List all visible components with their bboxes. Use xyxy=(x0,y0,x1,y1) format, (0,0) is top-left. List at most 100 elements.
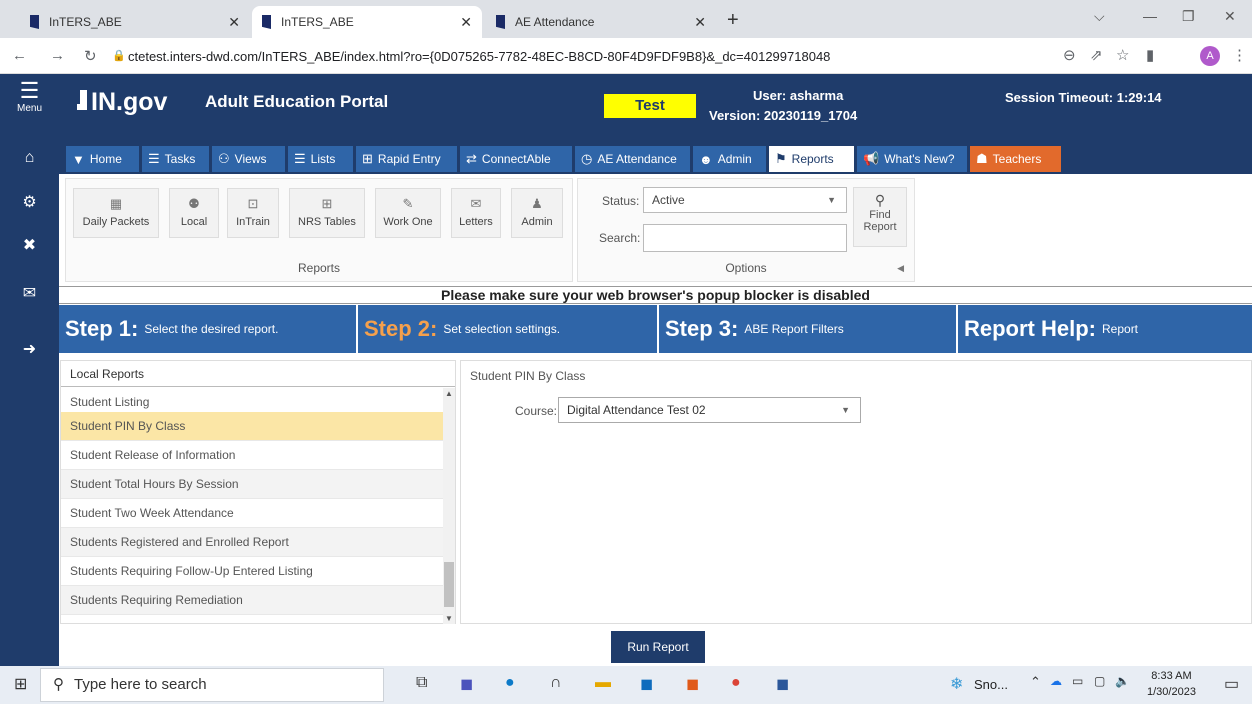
scroll-down-icon[interactable]: ▼ xyxy=(445,614,453,623)
mail-icon[interactable]: ✉ xyxy=(0,283,59,303)
admin-button[interactable]: ♟ Admin xyxy=(511,188,563,238)
headset-icon[interactable]: ∩ xyxy=(550,674,562,692)
scrollbar-thumb[interactable] xyxy=(444,562,454,607)
search-icon: ⚲ xyxy=(874,192,886,208)
menu-label: AE Attendance xyxy=(597,152,677,166)
course-select[interactable]: Digital Attendance Test 02 ▼ xyxy=(558,397,861,423)
forward-icon[interactable]: → xyxy=(50,47,65,64)
menu-rapid-entry[interactable]: ⊞ Rapid Entry xyxy=(356,146,457,172)
close-icon[interactable]: ✕ xyxy=(228,14,240,31)
onedrive-icon[interactable]: ☁ xyxy=(1050,674,1062,688)
windows-start-icon[interactable]: ⊞ xyxy=(14,674,27,694)
chrome-icon[interactable]: ● xyxy=(731,674,741,692)
teams-icon[interactable]: ◼ xyxy=(460,674,473,694)
chevron-down-icon[interactable]: ⌵ xyxy=(1094,8,1105,25)
admin-icon: ♟ xyxy=(531,196,543,211)
status-value: Active xyxy=(652,193,685,207)
lock-icon[interactable]: 🔒 xyxy=(112,49,126,62)
popup-blocker-notice: Please make sure your web browser's popu… xyxy=(59,286,1252,304)
list-item[interactable]: Students Requiring Remediation xyxy=(61,586,443,615)
menu-views[interactable]: ⚇ Views xyxy=(212,146,285,172)
list-item[interactable]: Student Total Hours By Session xyxy=(61,470,443,499)
close-window-icon[interactable]: ✕ xyxy=(1224,8,1236,25)
daily-packets-button[interactable]: ▦ Daily Packets xyxy=(73,188,159,238)
status-select[interactable]: Active ▼ xyxy=(643,187,847,213)
menu-connectable[interactable]: ⇄ ConnectAble xyxy=(460,146,572,172)
work-one-button[interactable]: ✎ Work One xyxy=(375,188,441,238)
menu-tasks[interactable]: ☰ Tasks xyxy=(142,146,209,172)
scroll-up-icon[interactable]: ▲ xyxy=(445,389,453,398)
letters-button[interactable]: ✉ Letters xyxy=(451,188,501,238)
tools-icon[interactable]: ✖ xyxy=(0,235,59,255)
file-explorer-icon[interactable]: ▬ xyxy=(595,674,611,692)
list-item[interactable]: Students Registered and Enrolled Report xyxy=(61,528,443,557)
weather-icon[interactable]: ❄ xyxy=(950,674,963,694)
taskbar-search[interactable]: ⚲ Type here to search xyxy=(40,668,384,702)
search-input[interactable] xyxy=(643,224,847,252)
task-view-icon[interactable]: ⧉ xyxy=(416,674,427,692)
taskbar-clock[interactable]: 8:33 AM 1/30/2023 xyxy=(1147,668,1196,700)
step-subtitle: Set selection settings. xyxy=(443,322,561,336)
list-item[interactable]: Student Two Week Attendance xyxy=(61,499,443,528)
intrain-button[interactable]: ⊡ InTrain xyxy=(227,188,279,238)
profile-avatar[interactable]: A xyxy=(1200,46,1220,66)
collapse-arrow-icon[interactable]: ◀ xyxy=(897,263,904,274)
share-icon[interactable]: ⇗ xyxy=(1090,46,1103,64)
menu-ae-attendance[interactable]: ◷ AE Attendance xyxy=(575,146,690,172)
menu-label[interactable]: Menu xyxy=(0,103,59,114)
word-icon[interactable]: ◼ xyxy=(776,674,789,694)
button-label: Local xyxy=(180,216,208,228)
find-report-button[interactable]: ⚲ Find Report xyxy=(853,187,907,247)
step-subtitle: Select the desired report. xyxy=(144,322,279,336)
outlook-icon[interactable]: ◼ xyxy=(640,674,653,694)
menu-reports[interactable]: ⚑ Reports xyxy=(769,146,854,172)
restore-icon[interactable]: ❐ xyxy=(1182,8,1195,25)
reload-icon[interactable]: ↻ xyxy=(84,47,97,65)
notifications-icon[interactable]: ▭ xyxy=(1224,674,1239,694)
menu-label: Home xyxy=(89,152,122,166)
minimize-icon[interactable]: — xyxy=(1143,8,1157,24)
gear-icon[interactable]: ⚙ xyxy=(0,192,59,212)
zoom-icon[interactable]: ⊖ xyxy=(1063,46,1076,64)
menu-whats-new[interactable]: 📢 What's New? xyxy=(857,146,967,172)
browser-tab-2[interactable]: InTERS_ABE ✕ xyxy=(252,6,482,38)
list-item[interactable]: Student Release of Information xyxy=(61,441,443,470)
network-icon[interactable]: ▭ xyxy=(1072,674,1083,688)
browser-tab-bar: InTERS_ABE ✕ InTERS_ABE ✕ AE Attendance … xyxy=(0,0,1252,38)
browser-tab-1[interactable]: InTERS_ABE ✕ xyxy=(20,6,250,38)
table-icon: ⊞ xyxy=(362,151,373,166)
nrs-tables-button[interactable]: ⊞ NRS Tables xyxy=(289,188,365,238)
menu-home[interactable]: ▼ Home xyxy=(66,146,139,172)
back-icon[interactable]: ← xyxy=(12,47,27,64)
list-header: Local Reports xyxy=(61,361,455,387)
binoculars-icon: ⚇ xyxy=(218,151,230,166)
edge-icon[interactable]: ● xyxy=(505,674,515,692)
bookmark-star-icon[interactable]: ☆ xyxy=(1116,46,1129,64)
logout-icon[interactable]: ➜ xyxy=(0,339,59,359)
chevron-down-icon: ▼ xyxy=(827,195,836,205)
ribbon-toolbar: ▦ Daily Packets ⚉ Local ⊡ InTrain ⊞ NRS Tabl… xyxy=(59,174,1252,286)
store-icon[interactable]: ◼ xyxy=(686,674,699,694)
options-group: Status: Active ▼ Search: ⚲ Find Report O… xyxy=(577,178,915,282)
list-item-selected[interactable]: Student PIN By Class xyxy=(61,412,443,441)
run-report-button[interactable]: Run Report xyxy=(611,631,705,663)
list-item[interactable]: Students Requiring Follow-Up Entered Lis… xyxy=(61,557,443,586)
hamburger-menu-icon[interactable]: ☰ xyxy=(0,80,59,102)
close-icon[interactable]: ✕ xyxy=(694,14,706,31)
url-field[interactable]: ctetest.inters-dwd.com/InTERS_ABE/index.… xyxy=(128,49,830,64)
menu-admin[interactable]: ☻ Admin xyxy=(693,146,766,172)
volume-icon[interactable]: 🔈 xyxy=(1115,674,1130,688)
local-button[interactable]: ⚉ Local xyxy=(169,188,219,238)
new-tab-icon[interactable]: + xyxy=(727,9,739,32)
close-icon[interactable]: ✕ xyxy=(460,14,472,31)
menu-teachers[interactable]: ☗ Teachers xyxy=(970,146,1061,172)
more-options-icon[interactable]: ⋮ xyxy=(1232,46,1247,64)
side-panel-icon[interactable]: ▮ xyxy=(1146,46,1154,64)
weather-text[interactable]: Sno... xyxy=(974,677,1008,692)
menu-lists[interactable]: ☰ Lists xyxy=(288,146,353,172)
browser-tab-3[interactable]: AE Attendance ✕ xyxy=(486,6,716,38)
display-icon[interactable]: ▢ xyxy=(1094,674,1105,688)
menu-label: Reports xyxy=(791,152,834,166)
chevron-up-icon[interactable]: ⌃ xyxy=(1030,674,1041,690)
home-icon[interactable]: ⌂ xyxy=(0,149,59,167)
